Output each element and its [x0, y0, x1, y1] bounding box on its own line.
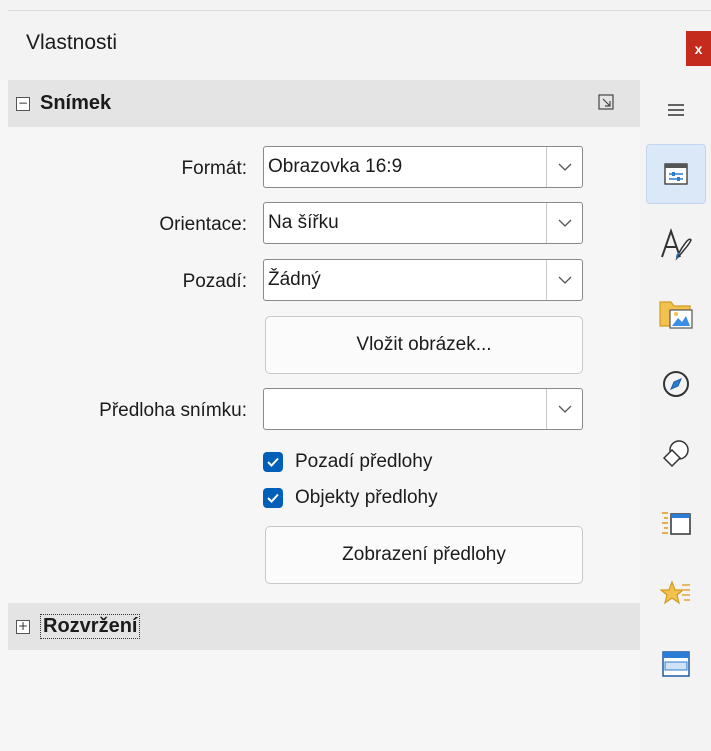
properties-panel: − Snímek Formát: Obrazovka 16:9 Orientac…: [0, 80, 640, 751]
section-header-slide[interactable]: − Snímek: [8, 80, 640, 127]
background-dropdown[interactable]: Žádný: [263, 259, 583, 301]
background-value: Žádný: [268, 269, 321, 290]
master-background-label: Pozadí předlohy: [295, 451, 433, 472]
section-title-layout: Rozvržení: [40, 614, 141, 639]
chevron-down-icon[interactable]: [546, 389, 582, 429]
sidebar-tabbar: [640, 80, 711, 751]
slide-transition-icon[interactable]: [646, 494, 706, 554]
close-button[interactable]: x: [686, 31, 711, 66]
gallery-icon[interactable]: [646, 284, 706, 344]
master-view-button[interactable]: Zobrazení předlohy: [265, 526, 583, 584]
chevron-down-icon[interactable]: [546, 260, 582, 300]
panel-title: Vlastnosti: [26, 31, 118, 54]
styles-icon[interactable]: [646, 214, 706, 274]
animation-icon[interactable]: [646, 564, 706, 624]
format-value: Obrazovka 16:9: [268, 156, 403, 177]
section-header-layout[interactable]: + Rozvržení: [8, 603, 640, 650]
master-background-checkbox[interactable]: Pozadí předlohy: [263, 451, 432, 473]
format-label: Formát:: [181, 158, 247, 179]
properties-icon[interactable]: [646, 144, 706, 204]
master-slides-icon[interactable]: [646, 634, 706, 694]
menu-icon[interactable]: [646, 80, 706, 140]
background-label: Pozadí:: [182, 271, 247, 292]
chevron-down-icon[interactable]: [546, 147, 582, 187]
master-objects-label: Objekty předlohy: [295, 487, 438, 508]
more-options-icon[interactable]: [598, 94, 614, 110]
format-dropdown[interactable]: Obrazovka 16:9: [263, 146, 583, 188]
master-objects-checkbox[interactable]: Objekty předlohy: [263, 487, 438, 509]
section-title-slide: Snímek: [40, 92, 112, 114]
master-slide-dropdown[interactable]: [263, 388, 583, 430]
shapes-icon[interactable]: [646, 424, 706, 484]
master-slide-label: Předloha snímku:: [99, 400, 247, 421]
navigator-icon[interactable]: [646, 354, 706, 414]
insert-image-button[interactable]: Vložit obrázek...: [265, 316, 583, 374]
divider: [8, 10, 711, 11]
orientation-label: Orientace:: [159, 214, 247, 235]
expand-icon[interactable]: +: [16, 619, 30, 634]
checkmark-icon[interactable]: [263, 488, 283, 508]
panel-titlebar: Vlastnosti x: [0, 0, 711, 80]
orientation-dropdown[interactable]: Na šířku: [263, 202, 583, 244]
chevron-down-icon[interactable]: [546, 203, 582, 243]
collapse-icon[interactable]: −: [16, 96, 30, 111]
checkmark-icon[interactable]: [263, 452, 283, 472]
orientation-value: Na šířku: [268, 212, 339, 233]
